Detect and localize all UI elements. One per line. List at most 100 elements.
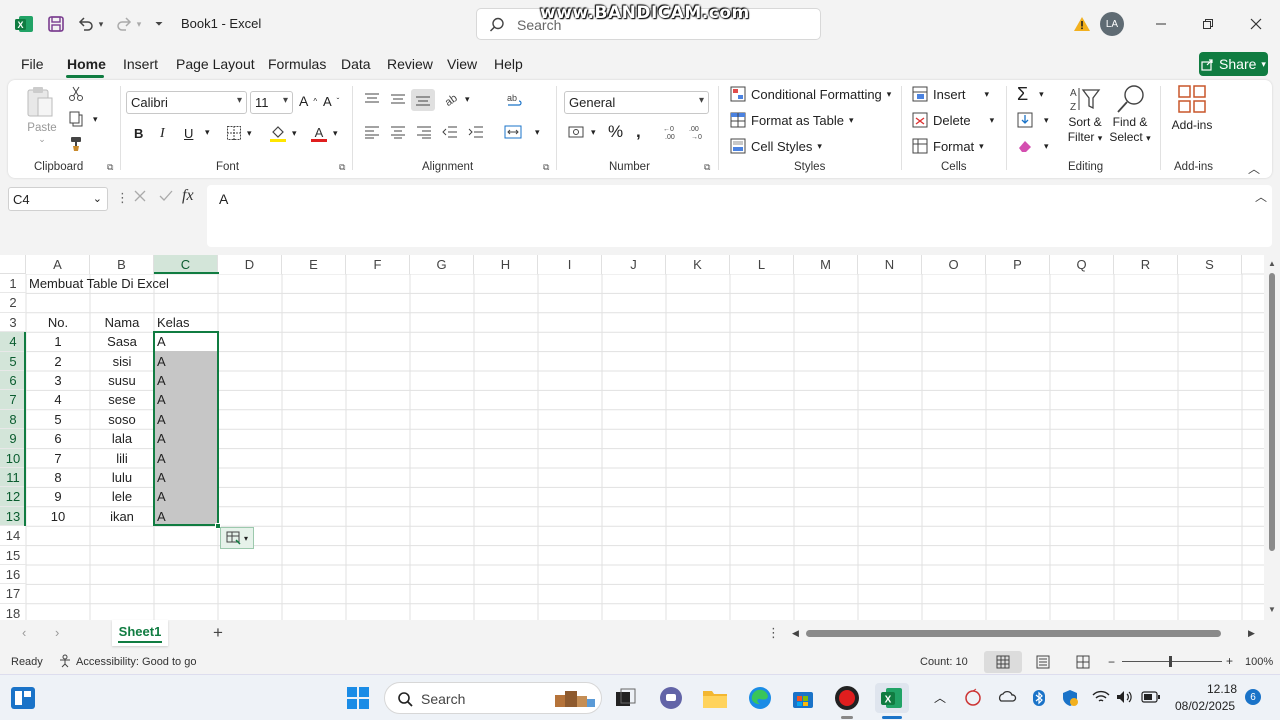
column-header-j[interactable]: J — [602, 255, 666, 274]
add-ins-button[interactable]: Add-ins — [1169, 84, 1215, 132]
cell-b3[interactable]: Nama — [90, 313, 154, 332]
tab-help[interactable]: Help — [494, 56, 523, 72]
bold-icon[interactable]: B — [134, 126, 143, 141]
vertical-scroll-thumb[interactable] — [1269, 273, 1275, 551]
row-header-13[interactable]: 13 — [0, 506, 26, 527]
redo-icon[interactable] — [113, 12, 135, 36]
cell-b8[interactable]: soso — [90, 410, 154, 429]
column-header-f[interactable]: F — [346, 255, 410, 274]
font-name-select[interactable]: Calibri ▾ — [126, 91, 247, 114]
column-header-i[interactable]: I — [538, 255, 602, 274]
zoom-level[interactable]: 100% — [1245, 656, 1273, 668]
store-icon[interactable] — [788, 683, 818, 713]
previous-sheet-icon[interactable]: ‹ — [22, 625, 26, 640]
cell-c8[interactable]: A — [157, 410, 166, 429]
security-icon[interactable] — [1062, 689, 1078, 707]
cell-a9[interactable]: 6 — [26, 429, 90, 448]
font-color-icon[interactable]: A ▾ — [310, 124, 338, 142]
cell-b13[interactable]: ikan — [90, 507, 154, 526]
start-icon[interactable] — [343, 683, 373, 713]
underline-dropdown-icon[interactable]: ▾ — [205, 127, 210, 138]
number-format-select[interactable]: General ▾ — [564, 91, 709, 114]
normal-view-icon[interactable] — [984, 651, 1022, 673]
decrease-decimal-icon[interactable]: .00 →0 — [688, 123, 708, 141]
tab-formulas[interactable]: Formulas — [268, 56, 326, 72]
column-header-d[interactable]: D — [218, 255, 282, 274]
delete-cells-button[interactable]: Delete ▾ — [912, 112, 994, 128]
row-header-2[interactable]: 2 — [0, 293, 26, 313]
confirm-entry-icon[interactable] — [158, 189, 174, 203]
cell-b7[interactable]: sese — [90, 390, 154, 409]
cell-c4[interactable]: A — [157, 332, 166, 351]
tray-sync-icon[interactable] — [963, 688, 983, 708]
orientation-icon[interactable]: ab ▾ — [442, 91, 470, 107]
column-header-q[interactable]: Q — [1050, 255, 1114, 274]
row-header-8[interactable]: 8 — [0, 409, 26, 430]
row-header-14[interactable]: 14 — [0, 526, 26, 546]
select-all-corner[interactable] — [0, 255, 26, 274]
align-middle-icon[interactable] — [390, 92, 406, 106]
vertical-scrollbar[interactable]: ▲ ▼ — [1264, 255, 1280, 620]
cell-c7[interactable]: A — [157, 390, 166, 409]
scroll-left-icon[interactable]: ◀ — [792, 628, 799, 639]
cut-icon[interactable] — [68, 86, 84, 102]
comma-style-icon[interactable]: , — [636, 122, 641, 142]
worksheet-grid[interactable]: ABCDEFGHIJKLMNOPQRS 1 2 3 4 5 6 7 8 9 10 11 12 13 14 1… — [0, 255, 1264, 624]
file-explorer-icon[interactable] — [700, 683, 730, 713]
sheet-tab-sheet1[interactable]: Sheet1 — [112, 620, 168, 646]
merge-center-icon[interactable]: ▾ — [504, 124, 540, 140]
row-header-17[interactable]: 17 — [0, 584, 26, 604]
cell-a7[interactable]: 4 — [26, 390, 90, 409]
row-header-5[interactable]: 5 — [0, 351, 26, 371]
cell-a1[interactable]: Membuat Table Di Excel — [29, 274, 169, 293]
cell-a10[interactable]: 7 — [26, 449, 90, 468]
alignment-launcher-icon[interactable]: ⧉ — [543, 162, 549, 173]
edge-icon[interactable] — [745, 683, 775, 713]
undo-icon[interactable] — [75, 12, 97, 36]
cell-c13[interactable]: A — [157, 507, 166, 526]
paste-button[interactable]: Paste ⌄ — [24, 86, 60, 146]
clipboard-launcher-icon[interactable]: ⧉ — [107, 162, 113, 173]
cell-b6[interactable]: susu — [90, 371, 154, 390]
tab-view[interactable]: View — [447, 56, 477, 72]
cell-c5[interactable]: A — [157, 352, 166, 371]
cell-b5[interactable]: sisi — [90, 352, 154, 371]
find-select-button[interactable]: Find & Select ▾ — [1108, 84, 1152, 145]
row-header-7[interactable]: 7 — [0, 390, 26, 410]
column-header-p[interactable]: P — [986, 255, 1050, 274]
tab-home[interactable]: Home — [67, 56, 106, 72]
row-header-10[interactable]: 10 — [0, 448, 26, 468]
task-view-icon[interactable] — [611, 683, 641, 713]
autosum-icon[interactable]: Σ ▾ — [1017, 84, 1044, 105]
scroll-up-icon[interactable]: ▲ — [1268, 259, 1276, 268]
column-header-h[interactable]: H — [474, 255, 538, 274]
italic-icon[interactable]: I — [160, 126, 165, 142]
cell-b11[interactable]: lulu — [90, 468, 154, 487]
teams-icon[interactable] — [656, 683, 686, 713]
column-header-m[interactable]: M — [794, 255, 858, 274]
notification-badge[interactable]: 6 — [1245, 689, 1261, 705]
number-launcher-icon[interactable]: ⧉ — [704, 162, 710, 173]
bandicam-icon[interactable] — [832, 683, 862, 713]
format-painter-icon[interactable] — [68, 136, 84, 152]
zoom-in-icon[interactable]: + — [1226, 654, 1233, 668]
column-header-o[interactable]: O — [922, 255, 986, 274]
column-header-r[interactable]: R — [1114, 255, 1178, 274]
collapse-formula-bar-icon[interactable]: ︿ — [1255, 188, 1267, 205]
cell-a13[interactable]: 10 — [26, 507, 90, 526]
bluetooth-icon[interactable] — [1032, 689, 1046, 707]
cell-a8[interactable]: 5 — [26, 410, 90, 429]
close-icon[interactable] — [1241, 10, 1271, 38]
cell-a3[interactable]: No. — [26, 313, 90, 332]
percent-style-icon[interactable]: % — [608, 122, 623, 142]
borders-icon[interactable]: ▾ — [226, 125, 252, 141]
underline-icon[interactable]: U — [184, 126, 193, 141]
format-as-table-button[interactable]: Format as Table ▾ — [730, 112, 854, 128]
formula-input[interactable]: A — [207, 185, 1272, 247]
accessibility-status[interactable]: Accessibility: Good to go — [76, 656, 196, 668]
align-top-icon[interactable] — [364, 92, 380, 106]
add-sheet-icon[interactable]: + — [213, 623, 223, 643]
cell-b9[interactable]: lala — [90, 429, 154, 448]
wifi-icon[interactable] — [1092, 689, 1110, 705]
minimize-icon[interactable] — [1146, 10, 1176, 38]
